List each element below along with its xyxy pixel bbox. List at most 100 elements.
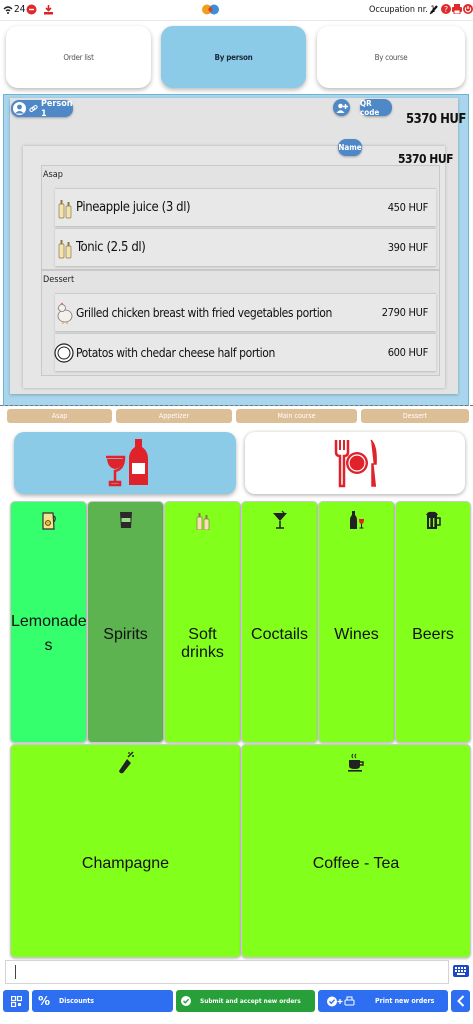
item-name: Grilled chicken breast with fried vegeta… xyxy=(76,305,332,320)
drink-bottles-icon xyxy=(58,237,72,259)
order-item[interactable]: Pineapple juice (3 dl) 450 HUF xyxy=(55,188,436,226)
plate-icon xyxy=(54,342,74,363)
occupation-label: Occupation nr. 1 xyxy=(369,5,436,15)
add-person-button[interactable] xyxy=(333,99,350,116)
wifi-icon xyxy=(3,5,13,15)
app-logo-icon xyxy=(201,3,221,16)
link-icon xyxy=(29,104,38,113)
category-coffee-tea[interactable]: Coffee - Tea xyxy=(241,744,471,958)
chevron-left-icon xyxy=(456,995,464,1007)
divider xyxy=(0,405,473,406)
course-main[interactable]: Main course xyxy=(236,409,357,423)
avatar xyxy=(13,102,26,115)
wine-icon xyxy=(349,511,364,529)
alert-icon[interactable] xyxy=(26,4,37,15)
item-name: Potatos with chedar cheese half portion xyxy=(76,345,275,360)
category-label: Coffee - Tea xyxy=(312,855,400,872)
order-item[interactable]: Grilled chicken breast with fried vegeta… xyxy=(55,293,436,331)
food-button[interactable] xyxy=(245,432,465,494)
course-asap[interactable]: Asap xyxy=(7,409,112,423)
order-item[interactable]: Tonic (2.5 dl) 390 HUF xyxy=(55,228,436,266)
category-soft-drinks[interactable]: Soft drinks xyxy=(164,501,241,743)
print-label: Print new orders xyxy=(375,997,435,1005)
category-label: Wines xyxy=(334,626,379,643)
item-price: 450 HUF xyxy=(387,201,429,214)
course-label: Asap xyxy=(51,412,68,420)
category-beers[interactable]: Beers xyxy=(395,501,471,743)
tab-order-list-label: Order list xyxy=(63,52,94,62)
discounts-label: Discounts xyxy=(59,997,94,1005)
check-plus-print-icon xyxy=(327,996,355,1006)
category-label: Coctails xyxy=(251,626,308,643)
percent-icon: % xyxy=(38,994,51,1008)
course-label: Main course xyxy=(277,412,316,420)
order-subtotal: 5370 HUF xyxy=(398,152,453,166)
person-pill[interactable]: Person 1 xyxy=(11,99,73,119)
tab-order-list[interactable]: Order list xyxy=(6,26,151,88)
grid-icon xyxy=(10,995,22,1007)
course-label: Dessert xyxy=(402,412,428,420)
champagne-icon xyxy=(118,751,134,774)
category-label: Beers xyxy=(412,626,454,643)
order-item[interactable]: Potatos with chedar cheese half portion … xyxy=(54,333,436,371)
add-person-icon xyxy=(336,103,348,113)
status-count: 24 xyxy=(14,4,26,15)
group-label: Asap xyxy=(43,170,63,180)
fork-plate-knife-icon xyxy=(334,439,377,488)
drinks-button[interactable] xyxy=(14,432,236,494)
drink-bottles-icon xyxy=(58,197,72,219)
beer-icon xyxy=(426,511,441,529)
category-label: Spirits xyxy=(103,626,148,643)
edit-icon[interactable] xyxy=(429,4,439,15)
name-label: Name xyxy=(338,143,362,152)
text-cursor xyxy=(15,965,16,979)
soft-drinks-icon xyxy=(196,513,209,530)
spirits-glass-icon xyxy=(119,512,132,528)
svg-text:?: ? xyxy=(444,5,448,14)
category-lemonades[interactable]: Lemonade s xyxy=(10,501,87,743)
item-name: Tonic (2.5 dl) xyxy=(76,240,146,255)
item-price: 390 HUF xyxy=(387,241,429,254)
category-label: Champagne xyxy=(81,855,170,872)
course-label: Appetizer xyxy=(158,412,190,420)
item-name: Pineapple juice (3 dl) xyxy=(76,200,191,215)
coffee-cup-icon xyxy=(348,753,364,772)
category-coctails[interactable]: Coctails xyxy=(241,501,318,743)
category-label: Lemonade s xyxy=(11,613,87,654)
course-appetizer[interactable]: Appetizer xyxy=(116,409,232,423)
qr-code-label: QR code xyxy=(360,98,380,117)
chicken-icon xyxy=(56,302,74,324)
lemonade-jug-icon xyxy=(41,512,56,530)
help-icon[interactable]: ? xyxy=(441,4,451,14)
tab-by-person[interactable]: By person xyxy=(161,26,306,88)
print-orders-button[interactable]: Print new orders xyxy=(318,990,448,1012)
cocktail-icon xyxy=(272,510,287,529)
qr-code-button[interactable]: QR code xyxy=(360,98,392,117)
course-dessert[interactable]: Dessert xyxy=(361,409,469,423)
tab-by-course-label: By course xyxy=(374,52,408,62)
submit-orders-button[interactable]: Submit and accept new orders xyxy=(176,990,315,1012)
collapse-button[interactable] xyxy=(451,990,470,1012)
category-label: Soft drinks xyxy=(181,626,224,661)
category-champagne[interactable]: Champagne xyxy=(10,744,241,958)
keyboard-icon[interactable] xyxy=(453,965,469,977)
category-spirits[interactable]: Spirits xyxy=(87,501,164,743)
submit-label: Submit and accept new orders xyxy=(200,997,301,1005)
power-icon[interactable] xyxy=(463,4,473,14)
printer-icon[interactable] xyxy=(452,4,462,14)
wine-bottle-glass-icon xyxy=(106,439,148,487)
item-price: 600 HUF xyxy=(387,346,429,359)
discounts-button[interactable]: % Discounts xyxy=(32,990,173,1012)
item-price: 2790 HUF xyxy=(381,306,429,319)
menu-grid-button[interactable] xyxy=(3,990,29,1012)
status-bar: 24 Occupation nr. 1 ? xyxy=(0,0,473,21)
check-circle-icon xyxy=(181,996,191,1006)
name-button[interactable]: Name xyxy=(338,139,362,156)
download-icon[interactable] xyxy=(43,4,54,15)
category-wines[interactable]: Wines xyxy=(318,501,395,743)
tab-by-person-label: By person xyxy=(214,52,253,62)
note-input[interactable] xyxy=(5,960,449,984)
group-label: Dessert xyxy=(43,275,75,285)
tab-by-course[interactable]: By course xyxy=(317,26,465,88)
person-total: 5370 HUF xyxy=(406,112,466,127)
